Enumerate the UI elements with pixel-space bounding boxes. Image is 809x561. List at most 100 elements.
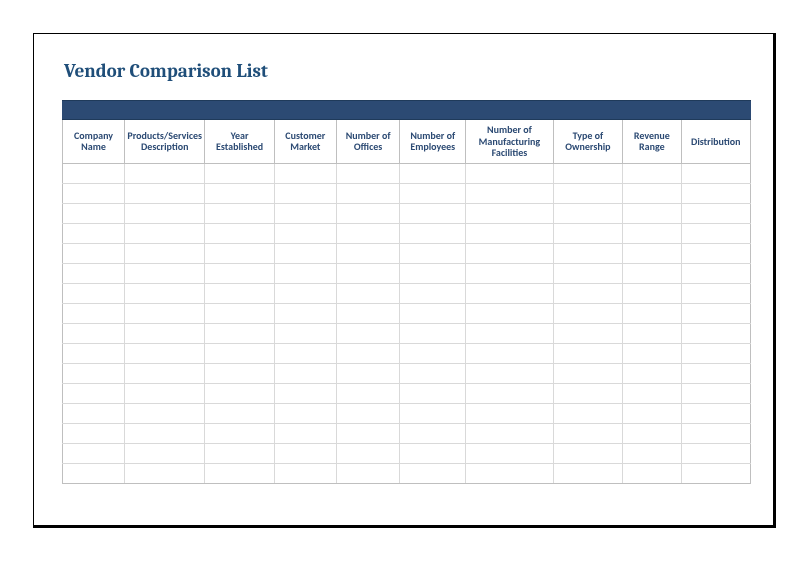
- table-cell[interactable]: [125, 403, 205, 423]
- table-cell[interactable]: [400, 443, 466, 463]
- table-cell[interactable]: [553, 303, 622, 323]
- table-cell[interactable]: [205, 383, 274, 403]
- table-cell[interactable]: [681, 203, 750, 223]
- table-cell[interactable]: [681, 463, 750, 483]
- table-cell[interactable]: [205, 443, 274, 463]
- table-cell[interactable]: [274, 383, 336, 403]
- table-cell[interactable]: [274, 323, 336, 343]
- table-cell[interactable]: [336, 263, 400, 283]
- table-cell[interactable]: [274, 163, 336, 183]
- table-cell[interactable]: [623, 303, 681, 323]
- table-cell[interactable]: [400, 463, 466, 483]
- table-cell[interactable]: [553, 343, 622, 363]
- table-cell[interactable]: [681, 243, 750, 263]
- table-cell[interactable]: [623, 183, 681, 203]
- table-cell[interactable]: [274, 343, 336, 363]
- table-cell[interactable]: [336, 243, 400, 263]
- table-cell[interactable]: [63, 203, 125, 223]
- table-cell[interactable]: [63, 263, 125, 283]
- table-cell[interactable]: [466, 343, 554, 363]
- table-cell[interactable]: [553, 403, 622, 423]
- table-cell[interactable]: [63, 223, 125, 243]
- table-cell[interactable]: [205, 283, 274, 303]
- table-cell[interactable]: [336, 223, 400, 243]
- table-cell[interactable]: [63, 423, 125, 443]
- table-cell[interactable]: [63, 303, 125, 323]
- table-cell[interactable]: [466, 283, 554, 303]
- table-cell[interactable]: [400, 283, 466, 303]
- table-cell[interactable]: [274, 283, 336, 303]
- table-cell[interactable]: [274, 403, 336, 423]
- table-cell[interactable]: [336, 303, 400, 323]
- table-cell[interactable]: [400, 223, 466, 243]
- table-cell[interactable]: [274, 183, 336, 203]
- table-cell[interactable]: [274, 303, 336, 323]
- table-cell[interactable]: [125, 303, 205, 323]
- table-cell[interactable]: [681, 303, 750, 323]
- table-cell[interactable]: [400, 343, 466, 363]
- table-cell[interactable]: [336, 423, 400, 443]
- table-cell[interactable]: [466, 203, 554, 223]
- table-cell[interactable]: [553, 223, 622, 243]
- table-cell[interactable]: [205, 363, 274, 383]
- table-cell[interactable]: [336, 163, 400, 183]
- table-cell[interactable]: [205, 423, 274, 443]
- table-cell[interactable]: [336, 203, 400, 223]
- table-cell[interactable]: [336, 403, 400, 423]
- table-cell[interactable]: [63, 443, 125, 463]
- table-cell[interactable]: [400, 363, 466, 383]
- table-cell[interactable]: [125, 423, 205, 443]
- table-cell[interactable]: [400, 423, 466, 443]
- table-cell[interactable]: [623, 323, 681, 343]
- table-cell[interactable]: [466, 403, 554, 423]
- table-cell[interactable]: [125, 363, 205, 383]
- table-cell[interactable]: [623, 223, 681, 243]
- table-cell[interactable]: [553, 183, 622, 203]
- table-cell[interactable]: [63, 163, 125, 183]
- table-cell[interactable]: [553, 423, 622, 443]
- table-cell[interactable]: [681, 363, 750, 383]
- table-cell[interactable]: [125, 383, 205, 403]
- table-cell[interactable]: [63, 383, 125, 403]
- table-cell[interactable]: [466, 383, 554, 403]
- table-cell[interactable]: [125, 163, 205, 183]
- table-cell[interactable]: [623, 263, 681, 283]
- table-cell[interactable]: [400, 323, 466, 343]
- table-cell[interactable]: [681, 423, 750, 443]
- table-cell[interactable]: [205, 243, 274, 263]
- table-cell[interactable]: [400, 203, 466, 223]
- table-cell[interactable]: [623, 443, 681, 463]
- table-cell[interactable]: [466, 443, 554, 463]
- table-cell[interactable]: [466, 263, 554, 283]
- table-cell[interactable]: [274, 243, 336, 263]
- table-cell[interactable]: [205, 183, 274, 203]
- table-cell[interactable]: [336, 443, 400, 463]
- table-cell[interactable]: [466, 323, 554, 343]
- table-cell[interactable]: [125, 343, 205, 363]
- table-cell[interactable]: [400, 243, 466, 263]
- table-cell[interactable]: [466, 183, 554, 203]
- table-cell[interactable]: [466, 303, 554, 323]
- table-cell[interactable]: [553, 463, 622, 483]
- table-cell[interactable]: [553, 203, 622, 223]
- table-cell[interactable]: [205, 343, 274, 363]
- table-cell[interactable]: [125, 243, 205, 263]
- table-cell[interactable]: [681, 343, 750, 363]
- table-cell[interactable]: [400, 183, 466, 203]
- table-cell[interactable]: [553, 163, 622, 183]
- table-cell[interactable]: [681, 223, 750, 243]
- table-cell[interactable]: [466, 223, 554, 243]
- table-cell[interactable]: [623, 363, 681, 383]
- table-cell[interactable]: [553, 263, 622, 283]
- table-cell[interactable]: [623, 283, 681, 303]
- table-cell[interactable]: [274, 463, 336, 483]
- table-cell[interactable]: [466, 163, 554, 183]
- table-cell[interactable]: [623, 243, 681, 263]
- table-cell[interactable]: [623, 203, 681, 223]
- table-cell[interactable]: [125, 223, 205, 243]
- table-cell[interactable]: [205, 223, 274, 243]
- table-cell[interactable]: [63, 323, 125, 343]
- table-cell[interactable]: [623, 383, 681, 403]
- table-cell[interactable]: [274, 443, 336, 463]
- table-cell[interactable]: [125, 183, 205, 203]
